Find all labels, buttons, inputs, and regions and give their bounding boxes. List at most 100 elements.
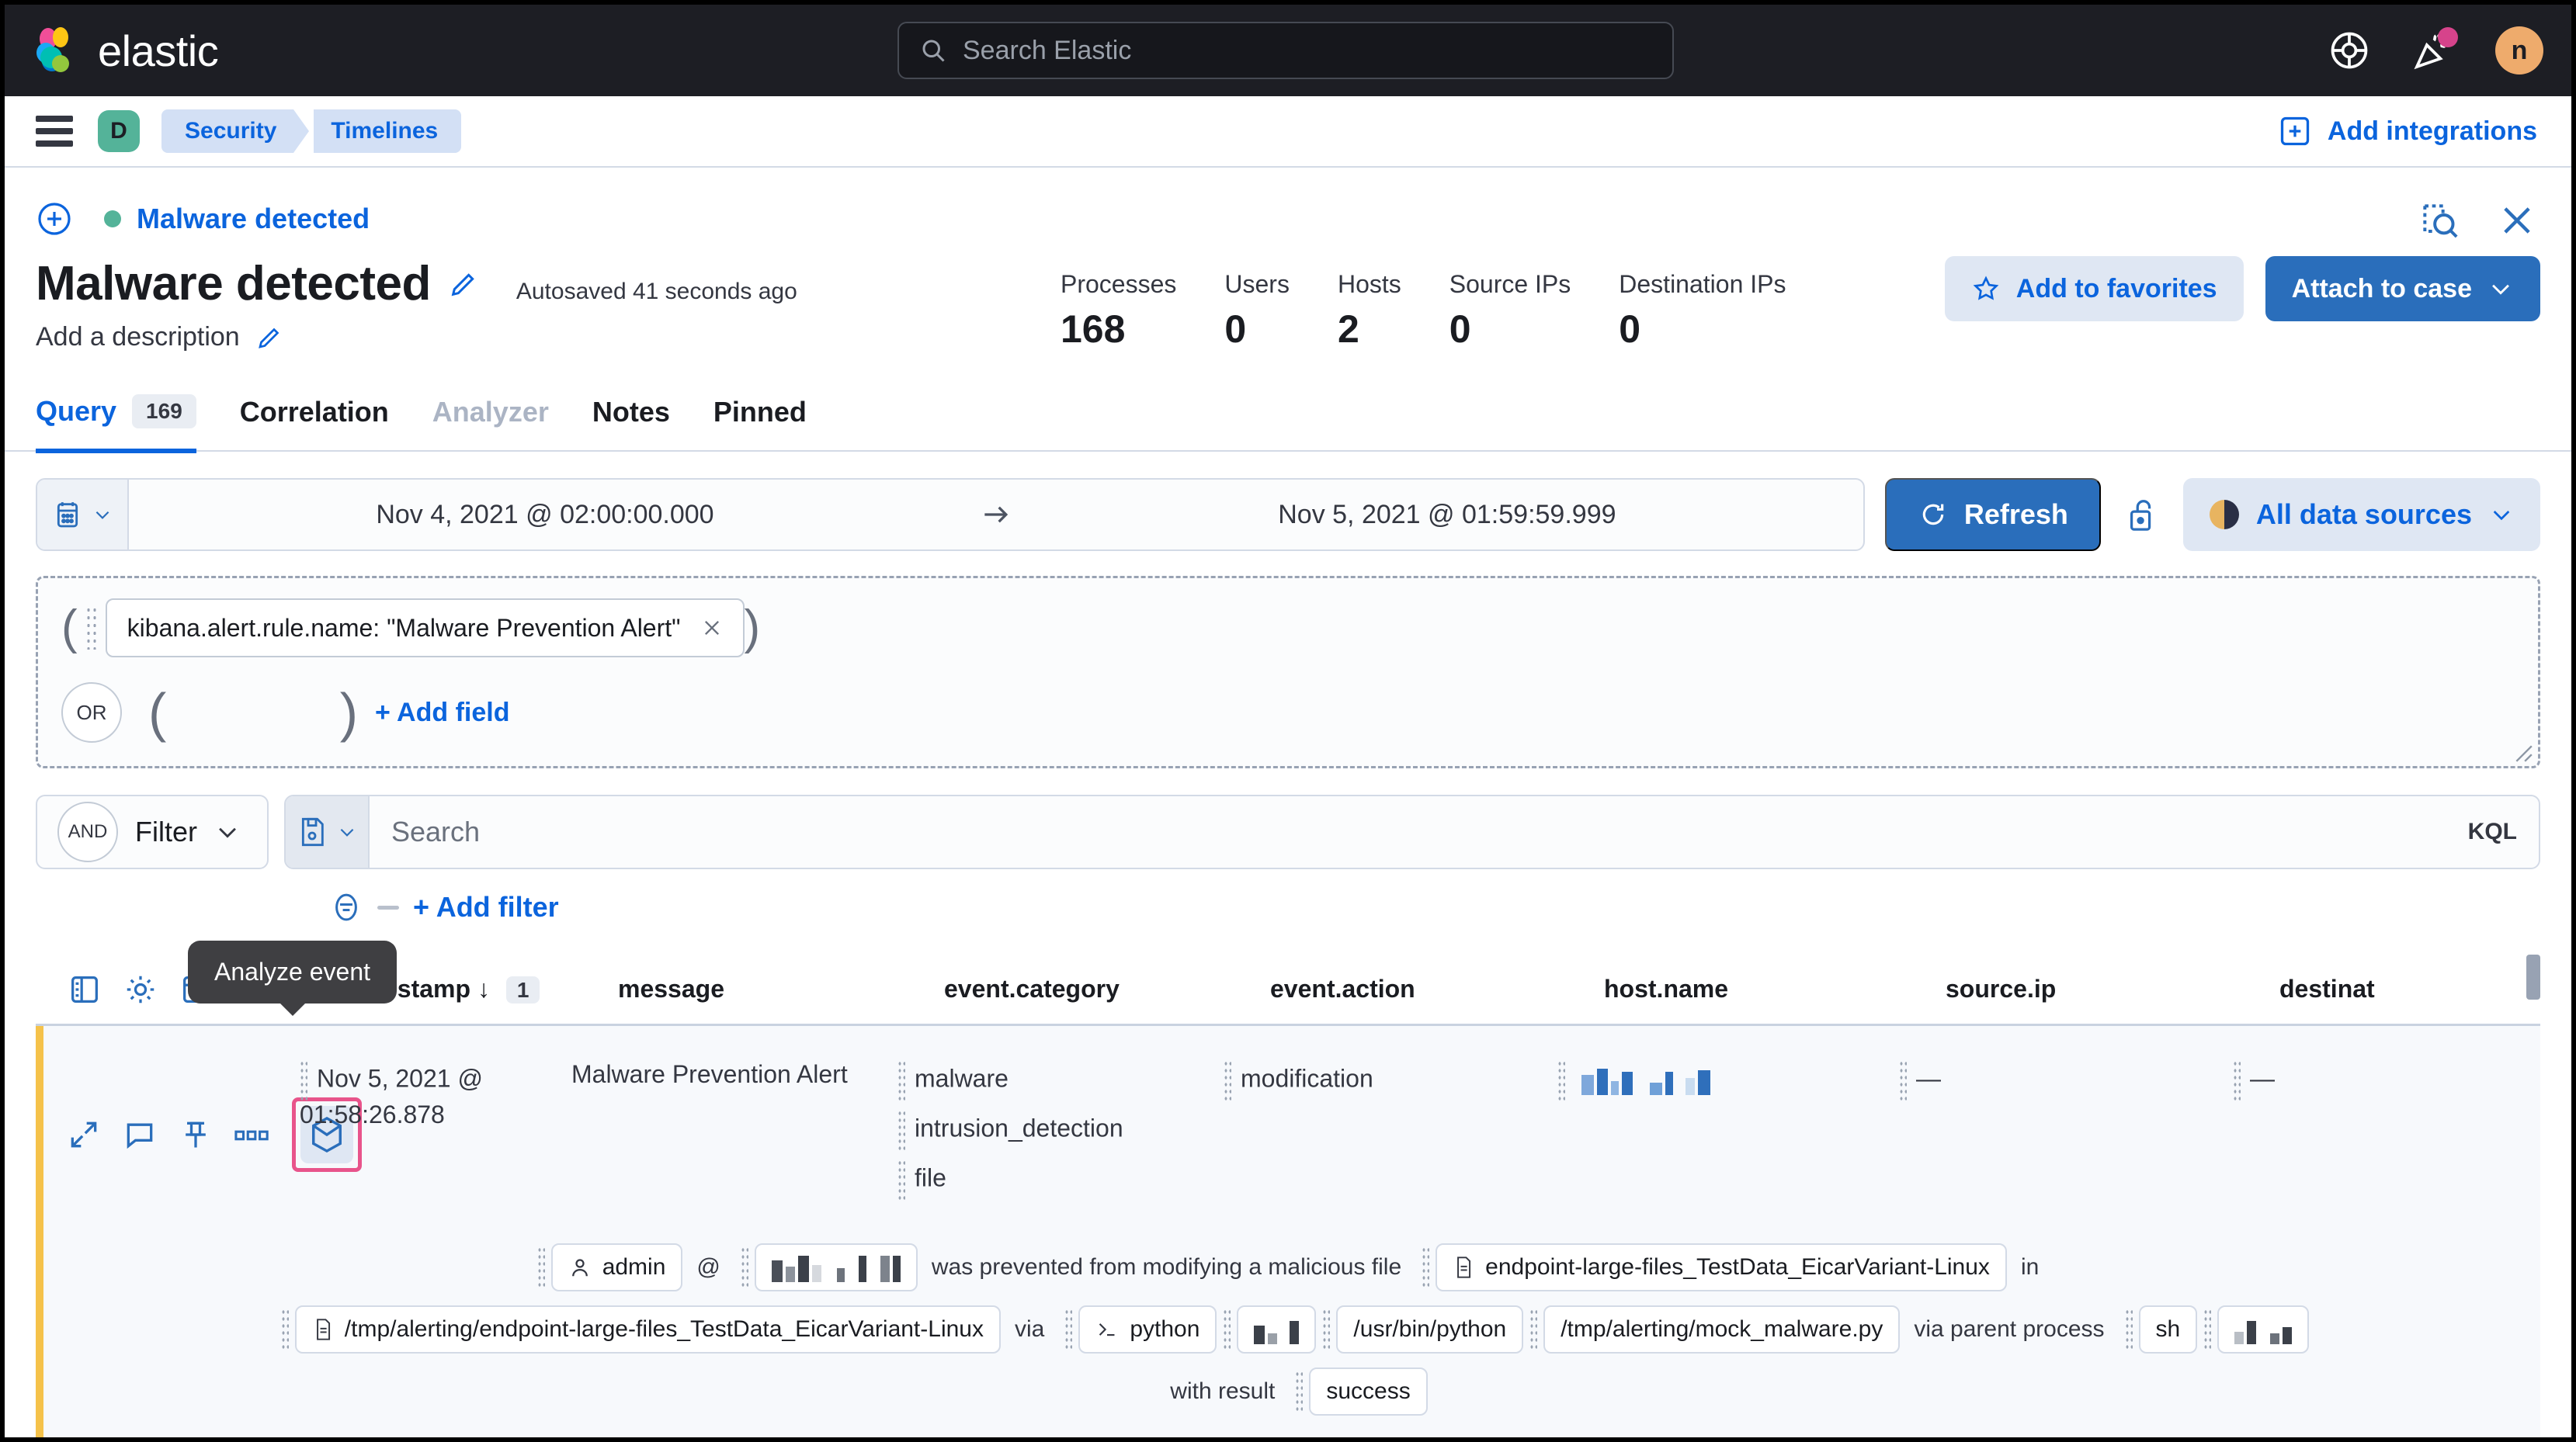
column-header-source-ip[interactable]: source.ip <box>1946 975 2279 1004</box>
date-range-picker[interactable]: Nov 4, 2021 @ 02:00:00.000 Nov 5, 2021 @… <box>36 478 1865 551</box>
tab-pinned[interactable]: Pinned <box>713 385 807 453</box>
process-executable-token[interactable]: /usr/bin/python <box>1336 1305 1524 1354</box>
global-search-placeholder: Search Elastic <box>963 35 1132 65</box>
column-header-host-name[interactable]: host.name <box>1604 975 1946 1004</box>
query-language-button[interactable]: KQL <box>2468 796 2539 868</box>
tab-correlation[interactable]: Correlation <box>240 385 389 453</box>
cell-drag-handle[interactable] <box>1322 1309 1331 1350</box>
tab-query[interactable]: Query 169 <box>36 383 196 453</box>
avatar[interactable]: n <box>2495 26 2543 75</box>
add-note-icon[interactable] <box>123 1117 157 1153</box>
timeline-pill-row: Malware detected <box>5 168 2571 238</box>
cell-event-action[interactable]: modification <box>1224 1040 1557 1209</box>
cell-source-ip[interactable]: — <box>1899 1040 2233 1209</box>
date-end-field[interactable]: Nov 5, 2021 @ 01:59:59.999 <box>1031 480 1863 549</box>
file-name-token[interactable]: endpoint-large-files_TestData_EicarVaria… <box>1436 1243 2007 1291</box>
add-to-favorites-button[interactable]: Add to favorites <box>1944 256 2244 321</box>
elastic-brand[interactable]: elastic <box>33 26 219 76</box>
process-name-token[interactable]: python <box>1078 1305 1217 1354</box>
breadcrumb-item-security[interactable]: Security <box>161 109 294 153</box>
cell-drag-handle[interactable] <box>300 1060 307 1101</box>
cell-host-name[interactable] <box>1557 1040 1899 1209</box>
add-timeline-icon[interactable] <box>36 200 73 237</box>
column-header-event-action[interactable]: event.action <box>1270 975 1604 1004</box>
user-token[interactable]: admin <box>550 1243 683 1291</box>
redacted-host-name <box>1581 1066 1710 1095</box>
cell-drag-handle[interactable] <box>740 1246 748 1288</box>
global-search-input[interactable]: Search Elastic <box>897 22 1674 79</box>
cell-drag-handle[interactable] <box>897 1159 905 1200</box>
gear-icon[interactable] <box>123 972 158 1007</box>
timeline-tab-pill[interactable]: Malware detected <box>104 203 370 235</box>
menu-icon[interactable] <box>36 116 73 147</box>
user-icon <box>571 1259 588 1277</box>
column-header-message[interactable]: message <box>618 975 944 1004</box>
file-name-label: endpoint-large-files_TestData_EicarVaria… <box>1485 1254 1990 1280</box>
filter-label: Filter <box>135 816 197 848</box>
edit-description-icon[interactable] <box>255 324 283 352</box>
help-icon[interactable] <box>2328 29 2371 72</box>
cell-drag-handle[interactable] <box>2124 1309 2133 1350</box>
timeline-description[interactable]: Add a description <box>36 322 240 352</box>
cell-drag-handle[interactable] <box>1899 1060 1907 1101</box>
search-input[interactable]: Search <box>370 796 2468 868</box>
result-token[interactable]: success <box>1309 1367 1428 1416</box>
sort-desc-icon[interactable]: ↓ <box>477 975 497 1003</box>
expand-event-icon[interactable] <box>67 1117 101 1153</box>
filter-dropdown[interactable]: AND Filter <box>36 795 269 869</box>
cell-drag-handle[interactable] <box>536 1246 545 1288</box>
add-integrations-button[interactable]: Add integrations <box>2278 114 2537 148</box>
breadcrumb-item-timelines[interactable]: Timelines <box>314 109 462 153</box>
cell-drag-handle[interactable] <box>1064 1309 1073 1350</box>
table-row[interactable]: Nov 5, 2021 @ 01:58:26.878 Malware Preve… <box>36 1026 2540 1215</box>
cell-drag-handle[interactable] <box>2233 1060 2241 1101</box>
attach-to-case-button[interactable]: Attach to case <box>2265 256 2540 321</box>
unlock-datepicker-icon[interactable] <box>2115 494 2169 535</box>
column-header-event-category[interactable]: event.category <box>944 975 1270 1004</box>
horizontal-scrollbar[interactable] <box>2526 955 2540 1000</box>
parent-process-token[interactable]: sh <box>2138 1305 2198 1354</box>
process-args-token[interactable]: /tmp/alerting/mock_malware.py <box>1543 1305 1901 1354</box>
refresh-button[interactable]: Refresh <box>1884 478 2101 551</box>
resize-handle[interactable] <box>2513 743 2533 763</box>
add-field-button[interactable]: + Add field <box>375 698 509 728</box>
cell-drag-handle[interactable] <box>1422 1246 1430 1288</box>
data-sources-button[interactable]: All data sources <box>2182 478 2540 551</box>
saved-query-button[interactable] <box>286 796 370 868</box>
cell-drag-handle[interactable] <box>2203 1309 2212 1350</box>
file-path-token[interactable]: /tmp/alerting/endpoint-large-files_TestD… <box>294 1305 1001 1354</box>
drag-handle[interactable] <box>85 606 98 650</box>
cell-drag-handle[interactable] <box>897 1110 905 1150</box>
cell-destination-ip[interactable]: — <box>2233 1040 2435 1209</box>
event-category-item[interactable]: malware <box>897 1060 1224 1101</box>
cell-timestamp[interactable]: Nov 5, 2021 @ 01:58:26.878 <box>300 1040 571 1209</box>
or-operator-badge[interactable]: OR <box>61 682 122 743</box>
close-icon[interactable] <box>2497 200 2537 241</box>
cell-drag-handle[interactable] <box>1557 1060 1565 1101</box>
open-timeline-search-icon[interactable] <box>2418 199 2461 242</box>
more-actions-icon[interactable] <box>234 1117 270 1153</box>
event-category-item[interactable]: intrusion_detection <box>897 1110 1224 1150</box>
calendar-quick-menu-button[interactable] <box>37 480 129 549</box>
cell-drag-handle[interactable] <box>1295 1371 1304 1413</box>
cell-drag-handle[interactable] <box>280 1309 289 1350</box>
cell-drag-handle[interactable] <box>1224 1060 1231 1101</box>
column-header-destination-ip[interactable]: destinat <box>2279 975 2481 1004</box>
query-field-chip[interactable]: kibana.alert.rule.name: "Malware Prevent… <box>105 598 745 657</box>
process-pid-token[interactable] <box>1237 1305 1317 1354</box>
date-start-field[interactable]: Nov 4, 2021 @ 02:00:00.000 <box>129 480 961 549</box>
announcements-icon[interactable] <box>2411 27 2458 72</box>
parent-pid-token[interactable] <box>2217 1305 2310 1354</box>
tab-notes[interactable]: Notes <box>592 385 670 453</box>
add-filter-button[interactable]: + Add filter <box>413 891 559 924</box>
event-category-item[interactable]: file <box>897 1159 1224 1200</box>
pin-event-icon[interactable] <box>179 1117 213 1153</box>
host-token[interactable] <box>754 1243 918 1291</box>
edit-title-icon[interactable] <box>448 269 479 300</box>
cell-drag-handle[interactable] <box>1223 1309 1231 1350</box>
remove-chip-icon[interactable] <box>701 617 723 639</box>
fields-browser-icon[interactable] <box>67 972 102 1007</box>
space-avatar[interactable]: D <box>98 110 140 152</box>
cell-drag-handle[interactable] <box>1529 1309 1538 1350</box>
cell-drag-handle[interactable] <box>897 1060 905 1101</box>
